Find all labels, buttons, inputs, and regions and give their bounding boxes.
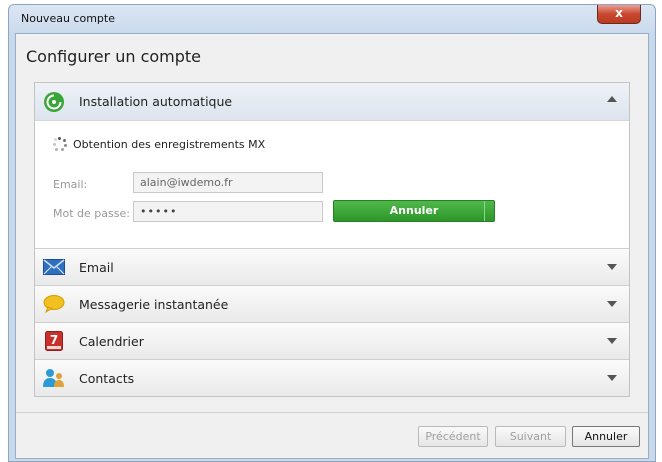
page-title: Configurer un compte [26,47,202,66]
section-header-auto-install[interactable]: Installation automatique [35,83,629,120]
contacts-icon [43,367,65,389]
window-title: Nouveau compte [21,12,115,25]
password-label: Mot de passe: [53,207,130,220]
cancel-button-label: Annuler [584,430,628,443]
dialog-window: Nouveau compte x Configurer un compte In… [8,4,656,462]
button-divider [484,201,485,221]
calendar-icon: 7 [43,330,65,352]
section-header-instant-messaging[interactable]: Messagerie instantanée [35,285,629,322]
calendar-icon-number: 7 [50,333,58,347]
envelope-icon [43,256,65,278]
chevron-down-icon [607,375,617,381]
mx-status: Obtention des enregistrements MX [53,137,265,151]
auto-install-icon [43,91,65,113]
next-button-label: Suivant [509,430,552,443]
close-icon: x [615,6,623,20]
next-button[interactable]: Suivant [495,426,566,447]
dialog-content: Configurer un compte Installation automa… [15,33,649,459]
password-field[interactable]: ••••• [133,201,323,222]
chevron-down-icon [607,264,617,270]
email-label: Email: [53,178,88,191]
cancel-detection-button[interactable]: Annuler [333,200,495,222]
section-header-email[interactable]: Email [35,248,629,285]
section-label-instant-messaging: Messagerie instantanée [79,296,229,312]
section-header-contacts[interactable]: Contacts [35,359,629,396]
chevron-down-icon [607,301,617,307]
status-text: Obtention des enregistrements MX [73,137,266,151]
previous-button-label: Précédent [425,430,481,443]
previous-button[interactable]: Précédent [418,426,488,447]
cancel-detection-label: Annuler [389,204,439,217]
dialog-footer: Précédent Suivant Annuler [16,412,648,458]
section-header-calendar[interactable]: 7 Calendrier [35,322,629,359]
section-label-auto-install: Installation automatique [79,94,233,109]
title-bar[interactable]: Nouveau compte x [9,5,655,31]
auto-install-panel: Obtention des enregistrements MX Email: … [35,120,629,248]
close-button[interactable]: x [597,5,641,24]
chevron-up-icon [607,96,617,102]
cancel-button[interactable]: Annuler [572,426,640,447]
section-label-email: Email [79,259,114,275]
section-label-contacts: Contacts [79,370,135,386]
chevron-down-icon [607,338,617,344]
loading-spinner-icon [53,137,67,151]
section-label-calendar: Calendrier [79,333,144,349]
account-type-accordion: Installation automatique Obtention des e… [34,82,630,397]
chat-bubble-icon [43,293,65,315]
email-field[interactable]: alain@iwdemo.fr [133,172,323,193]
